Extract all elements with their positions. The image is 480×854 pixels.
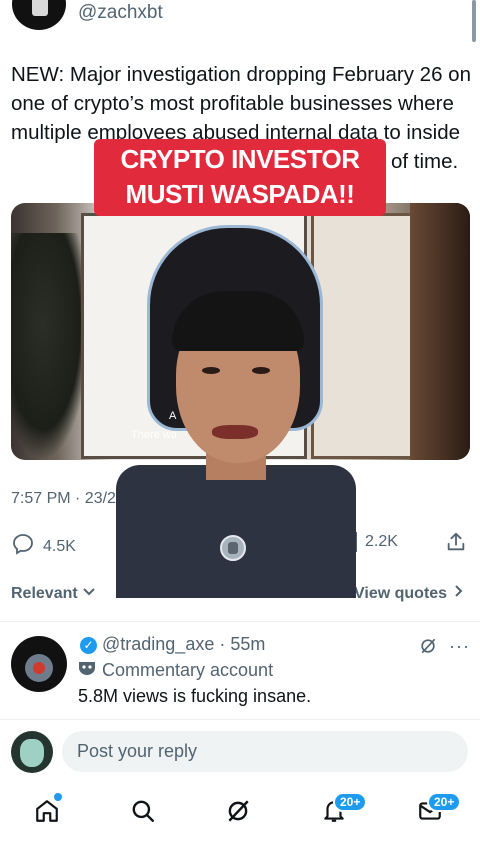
chevron-right-icon xyxy=(453,584,465,603)
creator-overlay-video xyxy=(116,285,356,598)
grok-icon[interactable] xyxy=(418,636,438,661)
views-stat[interactable]: 2.2K xyxy=(355,532,398,552)
reply-count: 4.5K xyxy=(43,537,76,555)
overlay-shirt xyxy=(116,465,356,598)
messages-badge: 20+ xyxy=(427,792,462,812)
tweet-text: NEW: Major investigation dropping Februa… xyxy=(11,60,473,173)
divider xyxy=(0,621,480,622)
commentary-account-label: Commentary account xyxy=(78,660,273,681)
microphone-icon xyxy=(220,535,246,561)
overlay-mouth xyxy=(212,425,258,439)
verified-badge-icon: ✓ xyxy=(80,637,97,654)
author-handle[interactable]: @zachxbt xyxy=(78,2,163,24)
tweet-body-tail: of time. xyxy=(391,150,459,173)
sort-relevant-button[interactable]: Relevant xyxy=(11,584,96,603)
divider xyxy=(0,719,480,720)
overlay-eye xyxy=(252,367,270,374)
reply-text: 5.8M views is fucking insane. xyxy=(78,686,312,706)
my-avatar[interactable] xyxy=(11,731,53,773)
author-avatar[interactable] xyxy=(12,0,66,30)
reply-handle-time[interactable]: @trading_axe · 55m xyxy=(102,634,265,655)
commentary-text: Commentary account xyxy=(102,660,274,680)
view-quotes-label: View quotes xyxy=(354,584,448,602)
views-count: 2.2K xyxy=(365,533,398,550)
reply-icon xyxy=(11,532,35,561)
reply-avatar[interactable] xyxy=(11,636,67,692)
search-icon[interactable] xyxy=(127,795,159,827)
caption-banner: CRYPTO INVESTOR MUSTI WASPADA!! xyxy=(94,139,386,216)
share-icon[interactable] xyxy=(445,531,467,558)
video-plant xyxy=(11,233,91,460)
reply-composer-placeholder: Post your reply xyxy=(77,741,198,761)
home-icon[interactable] xyxy=(31,795,63,827)
reply-stat[interactable]: 4.5K xyxy=(11,532,76,561)
caption-line-1: CRYPTO INVESTOR xyxy=(120,144,360,174)
overlay-hair xyxy=(172,291,304,351)
caption-line-2: MUSTI WASPADA!! xyxy=(125,179,355,209)
chevron-down-icon xyxy=(82,584,96,603)
tweet-body: NEW: Major investigation dropping Februa… xyxy=(11,63,471,144)
video-curtain xyxy=(410,203,470,460)
overlay-eye xyxy=(202,367,220,374)
notifications-badge: 20+ xyxy=(333,792,368,812)
view-quotes-link[interactable]: View quotes xyxy=(354,584,465,603)
sort-relevant-label: Relevant xyxy=(11,584,78,602)
grok-nav-icon[interactable] xyxy=(222,795,254,827)
more-options-icon[interactable]: ··· xyxy=(449,636,470,657)
mask-icon xyxy=(78,660,96,681)
scrollbar[interactable] xyxy=(472,0,476,42)
